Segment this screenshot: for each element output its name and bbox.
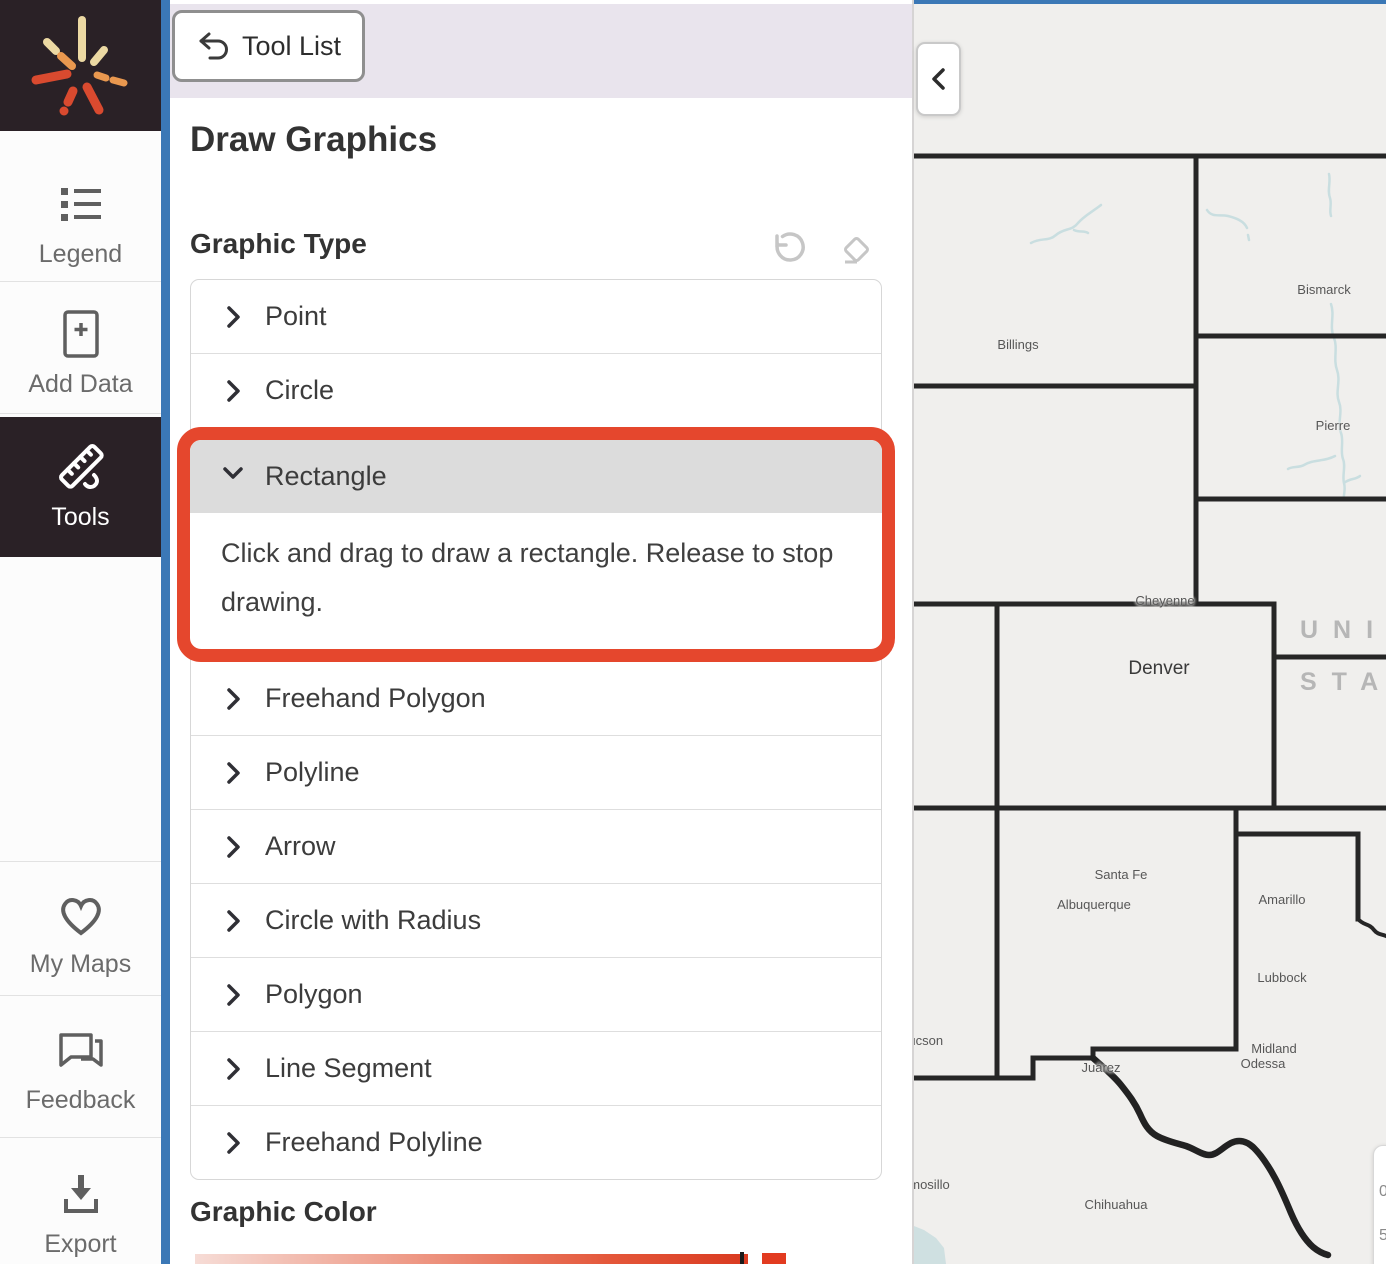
graphic-type-label: Arrow — [265, 831, 336, 862]
sidebar-item-label: My Maps — [30, 950, 131, 979]
chevron-right-icon — [221, 908, 245, 934]
page-title: Draw Graphics — [190, 120, 437, 160]
chevron-down-icon — [221, 460, 245, 493]
graphic-type-label: Rectangle — [265, 461, 387, 492]
sidebar-divider — [0, 995, 161, 996]
sidebar-divider — [0, 1137, 161, 1138]
app-screen: Legend Add Data — [0, 0, 1386, 1264]
export-icon — [55, 1169, 107, 1221]
tools-icon — [55, 442, 107, 494]
rectangle-highlight-annotation: Rectangle Click and drag to draw a recta… — [177, 427, 895, 662]
sidebar-item-label: Tools — [51, 503, 109, 532]
color-slider-handle[interactable] — [740, 1252, 744, 1264]
sidebar-item-export[interactable]: Export — [0, 1150, 161, 1264]
city-label: Cheyenne — [1135, 593, 1194, 608]
tool-list-back-button[interactable]: Tool List — [172, 10, 365, 82]
chevron-right-icon — [221, 686, 245, 712]
graphic-type-heading: Graphic Type — [190, 228, 367, 260]
country-label-line1: UNITED — [1300, 616, 1386, 645]
graphic-type-label: Line Segment — [265, 1053, 432, 1084]
widget-glyph: 5 — [1379, 1214, 1386, 1258]
red-river-border — [1358, 919, 1386, 936]
city-label: Santa Fe — [1095, 867, 1148, 882]
map-canvas[interactable]: Billings Bismarck Pierre Cheyenne Denver… — [914, 4, 1386, 1264]
sidebar-item-add-data[interactable]: Add Data — [0, 290, 161, 418]
sidebar-item-label: Legend — [39, 240, 122, 269]
sidebar-divider — [0, 413, 161, 414]
draw-graphics-panel: Tool List Draw Graphics Graphic Type — [170, 0, 914, 1264]
tool-list-label: Tool List — [242, 31, 341, 62]
chevron-right-icon — [221, 760, 245, 786]
graphic-type-freehand-polygon[interactable]: Freehand Polygon — [191, 662, 881, 735]
chevron-right-icon — [221, 1056, 245, 1082]
sidebar-divider — [0, 281, 161, 282]
graphic-type-list: Point Circle Rectangle Click and drag to… — [190, 279, 882, 1180]
chevron-right-icon — [221, 1130, 245, 1156]
panel-accent-border — [161, 0, 170, 1264]
heart-icon — [55, 889, 107, 941]
chevron-right-icon — [221, 834, 245, 860]
graphic-type-rectangle[interactable]: Rectangle — [190, 440, 882, 513]
add-data-icon — [55, 309, 107, 361]
color-gradient-slider[interactable] — [195, 1254, 748, 1264]
graphic-type-label: Polygon — [265, 979, 363, 1010]
graphic-type-label: Point — [265, 301, 327, 332]
sidebar-item-legend[interactable]: Legend — [0, 160, 161, 288]
country-label-line2: STATES — [1300, 668, 1386, 697]
graphic-type-circle[interactable]: Circle — [191, 353, 881, 427]
city-label: Amarillo — [1259, 892, 1306, 907]
chevron-right-icon — [221, 304, 245, 330]
selected-color-swatch[interactable] — [762, 1253, 786, 1264]
rio-grande-border — [1093, 1058, 1328, 1255]
erase-graphic-icon[interactable] — [837, 230, 877, 270]
city-label: Hermosillo — [914, 1177, 950, 1192]
city-label: Chihuahua — [1085, 1197, 1148, 1212]
rectangle-description: Click and drag to draw a rectangle. Rele… — [190, 513, 882, 649]
map-edge-widget[interactable]: 0 5 — [1373, 1145, 1386, 1264]
city-label: Tucson — [914, 1033, 943, 1048]
graphic-type-polyline[interactable]: Polyline — [191, 735, 881, 809]
widget-glyph: 0 — [1379, 1170, 1386, 1214]
graphic-type-label: Freehand Polyline — [265, 1127, 483, 1158]
chevron-right-icon — [221, 378, 245, 404]
sidebar-item-feedback[interactable]: Feedback — [0, 1006, 161, 1134]
graphic-type-label: Polyline — [265, 757, 360, 788]
sidebar-divider — [0, 861, 161, 862]
sidebar-item-label: Export — [44, 1230, 116, 1259]
city-label: Midland — [1251, 1041, 1297, 1056]
city-label: Lubbock — [1257, 970, 1306, 985]
graphic-type-label: Circle with Radius — [265, 905, 481, 936]
city-label: Billings — [997, 337, 1038, 352]
undo-back-icon — [196, 29, 230, 63]
chevron-left-icon — [929, 66, 949, 92]
collapse-panel-button[interactable] — [916, 42, 961, 116]
sidebar: Legend Add Data — [0, 0, 161, 1264]
graphic-type-polygon[interactable]: Polygon — [191, 957, 881, 1031]
graphic-type-line-segment[interactable]: Line Segment — [191, 1031, 881, 1105]
graphic-color-heading: Graphic Color — [190, 1196, 377, 1228]
graphic-type-circle-with-radius[interactable]: Circle with Radius — [191, 883, 881, 957]
graphic-type-arrow[interactable]: Arrow — [191, 809, 881, 883]
city-label: Juárez — [1081, 1060, 1120, 1075]
city-label: Bismarck — [1297, 282, 1350, 297]
water-patch — [914, 1226, 946, 1264]
sidebar-item-tools[interactable]: Tools — [0, 417, 161, 557]
app-logo[interactable] — [0, 0, 161, 131]
graphic-type-point[interactable]: Point — [191, 280, 881, 353]
sidebar-item-label: Add Data — [28, 370, 132, 399]
undo-graphic-icon[interactable] — [767, 230, 807, 270]
city-label: Albuquerque — [1057, 897, 1131, 912]
graphic-type-label: Circle — [265, 375, 334, 406]
sidebar-item-label: Feedback — [26, 1086, 136, 1115]
city-label: Denver — [1128, 658, 1189, 680]
sidebar-item-my-maps[interactable]: My Maps — [0, 870, 161, 998]
legend-list-icon — [55, 179, 107, 231]
city-label: Odessa — [1241, 1056, 1286, 1071]
city-label: Pierre — [1316, 418, 1351, 433]
feedback-icon — [55, 1025, 107, 1077]
starburst-logo-icon — [0, 0, 161, 131]
graphic-type-freehand-polyline[interactable]: Freehand Polyline — [191, 1105, 881, 1179]
chevron-right-icon — [221, 982, 245, 1008]
graphic-type-label: Freehand Polygon — [265, 683, 486, 714]
